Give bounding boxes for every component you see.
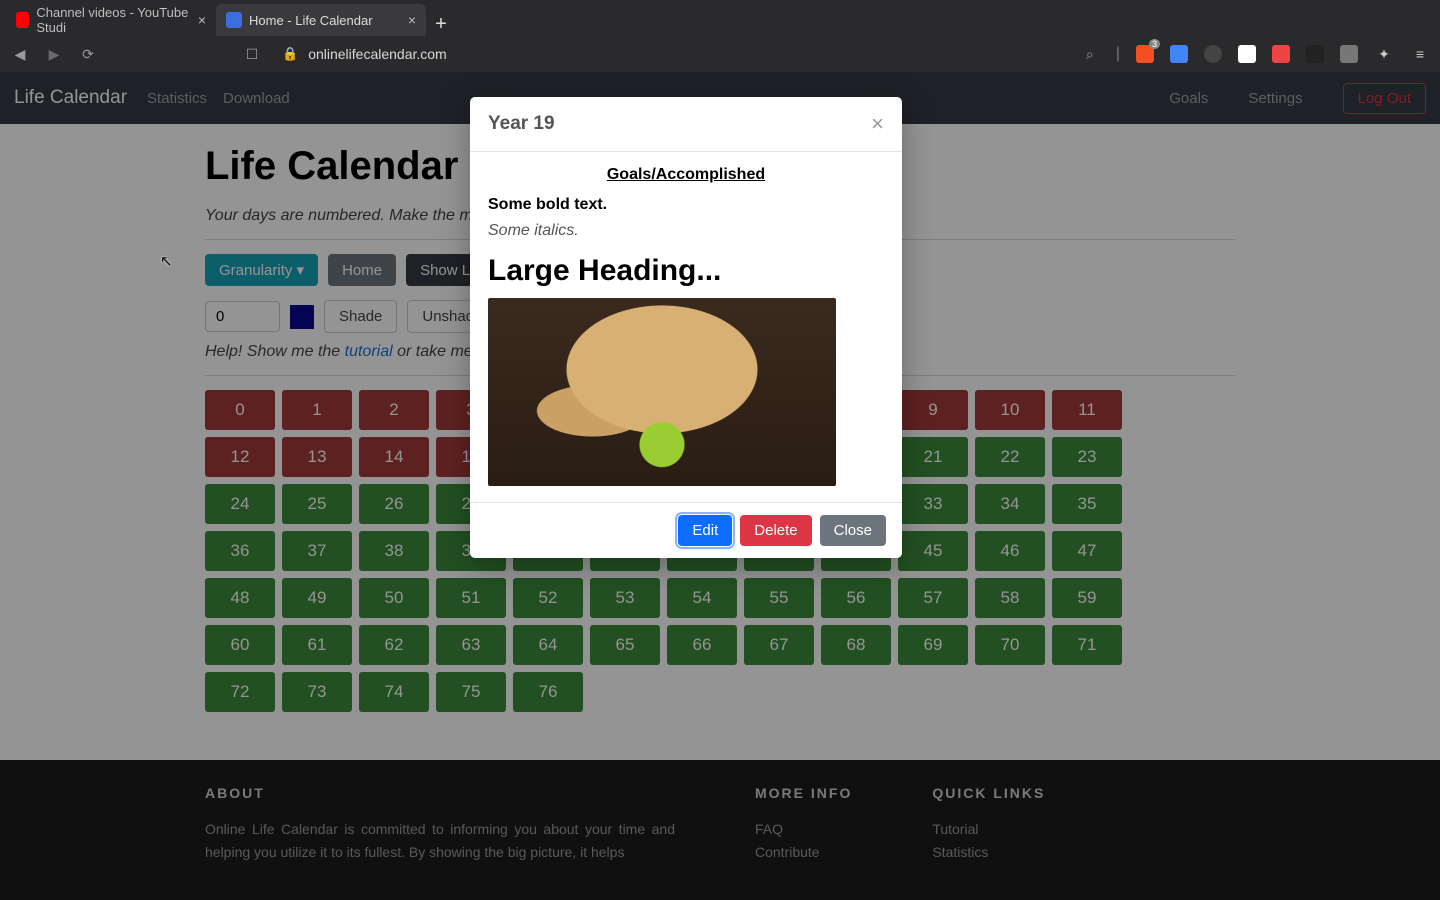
- toolbar-icons: ⌕ | 3 ✦ ≡: [1080, 45, 1430, 63]
- close-icon[interactable]: ×: [408, 12, 416, 28]
- puppy-image: [488, 298, 836, 486]
- calendar-icon: [226, 12, 242, 28]
- ext-icon-translate[interactable]: [1170, 45, 1188, 63]
- menu-icon[interactable]: ≡: [1410, 46, 1430, 62]
- year-detail-modal: Year 19 × Goals/Accomplished Some bold t…: [470, 97, 902, 558]
- url-box[interactable]: 🔒 onlinelifecalendar.com: [282, 46, 1022, 62]
- lock-icon: 🔒: [282, 46, 298, 62]
- new-tab-button[interactable]: +: [426, 13, 456, 36]
- italic-text: Some italics.: [488, 222, 884, 240]
- brave-shield-icon[interactable]: 3: [1136, 45, 1154, 63]
- modal-title: Year 19: [488, 113, 555, 135]
- back-button[interactable]: ◀: [10, 46, 30, 63]
- youtube-icon: [16, 12, 29, 28]
- search-icon[interactable]: ⌕: [1080, 46, 1100, 63]
- close-icon[interactable]: ×: [198, 12, 206, 28]
- address-bar: ◀ ▶ ⟳ ☐ 🔒 onlinelifecalendar.com ⌕ | 3 ✦…: [0, 36, 1440, 72]
- url-text: onlinelifecalendar.com: [308, 46, 447, 62]
- tab-title: Channel videos - YouTube Studi: [36, 5, 190, 35]
- forward-button[interactable]: ▶: [44, 46, 64, 63]
- shield-badge: 3: [1149, 39, 1160, 49]
- tab-title: Home - Life Calendar: [249, 13, 373, 28]
- close-icon[interactable]: ×: [871, 111, 884, 137]
- bold-text: Some bold text.: [488, 196, 884, 214]
- goals-heading: Goals/Accomplished: [488, 166, 884, 184]
- tab-strip: Channel videos - YouTube Studi × Home - …: [0, 0, 1440, 36]
- reload-button[interactable]: ⟳: [78, 46, 98, 63]
- mouse-cursor: ↖: [160, 252, 173, 270]
- ext-icon-pdf[interactable]: [1272, 45, 1290, 63]
- browser-tab-1[interactable]: Home - Life Calendar ×: [216, 4, 426, 36]
- browser-chrome: Channel videos - YouTube Studi × Home - …: [0, 0, 1440, 72]
- ext-icon-w[interactable]: [1204, 45, 1222, 63]
- extensions-icon[interactable]: ✦: [1374, 46, 1394, 63]
- ext-icon-plus[interactable]: [1306, 45, 1324, 63]
- ext-icon-r[interactable]: [1340, 45, 1358, 63]
- bookmark-icon[interactable]: ☐: [242, 46, 262, 63]
- browser-tab-0[interactable]: Channel videos - YouTube Studi ×: [6, 4, 216, 36]
- large-heading: Large Heading...: [488, 254, 884, 288]
- close-button[interactable]: Close: [820, 515, 886, 546]
- delete-button[interactable]: Delete: [740, 515, 811, 546]
- edit-button[interactable]: Edit: [678, 515, 732, 546]
- ext-icon-doc[interactable]: [1238, 45, 1256, 63]
